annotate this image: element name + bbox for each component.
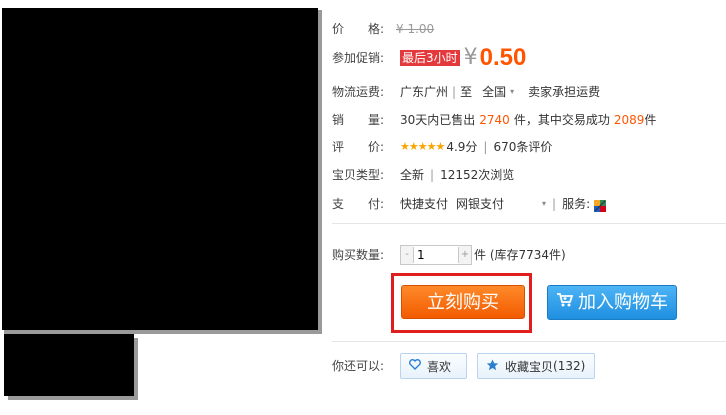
sales-suffix: 件 — [644, 113, 657, 127]
sales-label: 销 量: — [332, 113, 385, 127]
promo-label: 参加促销: — [332, 51, 385, 65]
like-label: 喜欢 — [427, 359, 452, 374]
sales-prefix: 30天内已售出 — [400, 113, 476, 127]
shipping-label: 物流运费: — [332, 85, 385, 99]
ship-to-select[interactable]: 全国 ▾ — [482, 82, 514, 103]
promo-badge: 最后3小时 — [400, 50, 460, 66]
cart-icon — [556, 286, 574, 320]
thumbnail-shadow-bottom — [8, 396, 138, 400]
quantity-input[interactable] — [413, 247, 459, 263]
product-main-image[interactable] — [2, 8, 318, 330]
separator: | — [452, 85, 457, 99]
separator: | — [552, 197, 557, 211]
sales-row: 销 量: 30天内已售出 2740 件，其中交易成功 2089 件 — [332, 110, 656, 130]
item-condition: 全新 — [400, 168, 425, 182]
quantity-increase-button[interactable]: + — [459, 246, 471, 264]
service-label: 服务: — [562, 197, 591, 211]
buy-now-button[interactable]: 立刻购买 — [401, 285, 525, 319]
original-price-value: 1.00 — [407, 22, 435, 36]
original-price: ¥ 1.00 — [396, 19, 434, 39]
social-label: 你还可以: — [332, 359, 385, 373]
price-row: 价 格: ¥ 1.00 — [332, 19, 434, 39]
ship-to-value: 全国 — [482, 84, 507, 99]
sales-mid: 件，其中交易成功 — [513, 113, 610, 127]
shipping-note: 卖家承担运费 — [528, 85, 601, 99]
star-icon — [486, 359, 499, 374]
price-label: 价 格: — [332, 22, 385, 36]
social-label-row: 你还可以: — [332, 356, 384, 376]
chevron-down-icon: ▾ — [510, 87, 515, 97]
currency-symbol: ¥ — [396, 22, 404, 36]
payment-method-quick: 快捷支付 — [400, 197, 449, 211]
quantity-label: 购买数量: — [332, 248, 385, 262]
ship-to-prefix: 至 — [460, 85, 473, 99]
separator: | — [430, 168, 435, 182]
quantity-stepper: - + — [400, 245, 472, 265]
collect-count: (132) — [553, 359, 586, 373]
sales-sold: 2740 — [479, 113, 510, 127]
service-badge-icon[interactable] — [594, 198, 607, 212]
rating-reviews[interactable]: 670条评价 — [493, 137, 552, 157]
rating-score: 4.9分 — [446, 140, 478, 154]
collect-button[interactable]: 收藏宝贝 (132) — [477, 353, 595, 379]
item-type-row: 宝贝类型: 全新 | 12152次浏览 — [332, 165, 514, 185]
sales-success: 2089 — [613, 113, 645, 127]
payment-row: 支 付: 快捷支付 网银支付 ▾ | 服务: — [332, 194, 607, 214]
chevron-down-icon[interactable]: ▾ — [542, 194, 546, 214]
add-to-cart-label: 加入购物车 — [578, 291, 668, 313]
rating-label: 评 价: — [332, 140, 385, 154]
stock-text: 件 (库存7734件) — [474, 248, 566, 262]
payment-label: 支 付: — [332, 197, 385, 211]
quantity-row: 购买数量: - + 件 (库存7734件) — [332, 245, 566, 265]
payment-method-bank: 网银支付 — [456, 197, 505, 211]
add-to-cart-button[interactable]: 加入购物车 — [547, 285, 677, 320]
quantity-decrease-button[interactable]: - — [401, 246, 413, 264]
product-thumbnail[interactable] — [4, 334, 134, 396]
thumbnail-shadow — [134, 338, 138, 400]
like-button[interactable]: 喜欢 — [400, 353, 467, 379]
main-image-shadow — [318, 10, 322, 332]
promo-row: 参加促销: 最后3小时 ¥ 0.50 — [332, 46, 526, 70]
section-divider — [332, 223, 726, 224]
separator: | — [483, 140, 488, 154]
heart-icon — [409, 359, 421, 373]
collect-label: 收藏宝贝 — [505, 359, 554, 374]
item-type-label: 宝贝类型: — [332, 168, 385, 182]
ship-from: 广东广州 — [400, 85, 449, 99]
promo-currency: ¥ — [463, 45, 478, 70]
section-divider — [332, 341, 726, 342]
item-views: 12152次浏览 — [440, 168, 515, 182]
rating-row: 评 价: ★★★★★ 4.9分 | 670条评价 — [332, 137, 552, 157]
shipping-row: 物流运费: 广东广州 | 至 全国 ▾ 卖家承担运费 — [332, 82, 600, 102]
promo-price: 0.50 — [479, 44, 527, 71]
star-rating-icon: ★★★★★ — [400, 140, 445, 153]
